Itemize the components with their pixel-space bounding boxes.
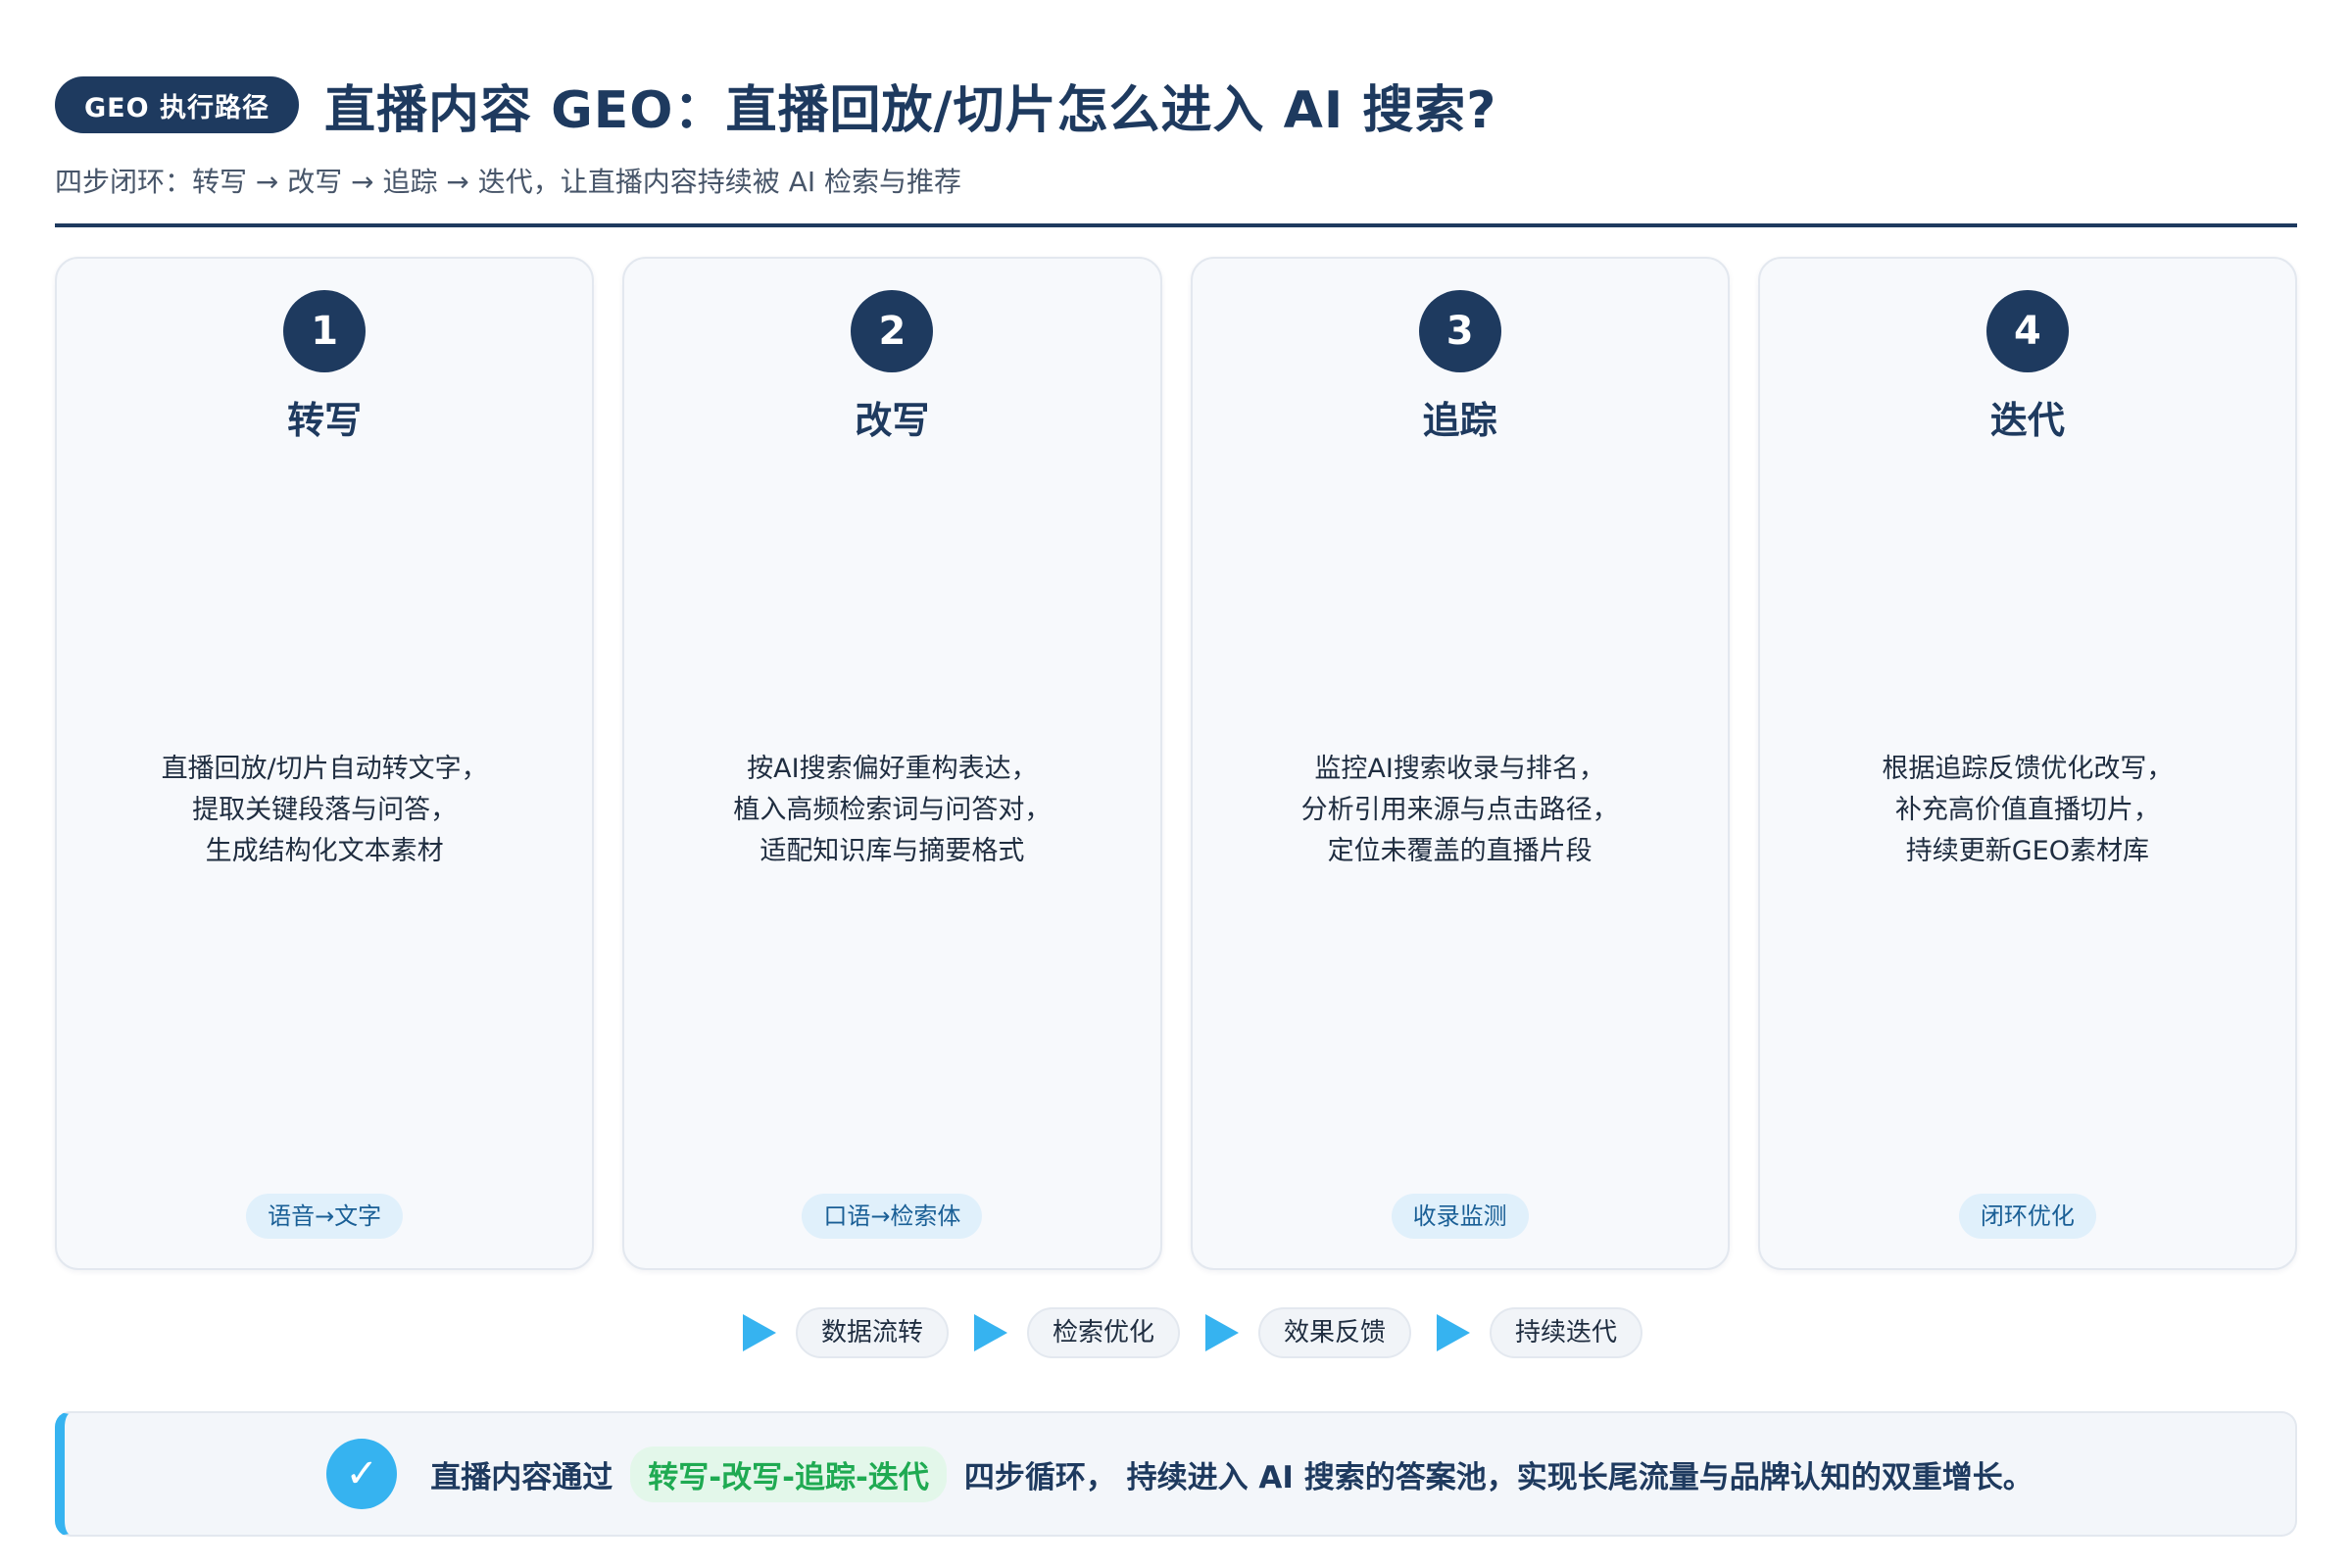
desc-line: 监控AI搜索收录与排名， — [1314, 754, 1605, 784]
checkmark-icon: ✓ — [326, 1439, 398, 1509]
step-title: 改写 — [855, 399, 930, 442]
step-description: 直播回放/切片自动转文字， 提取关键段落与问答， 生成结构化文本素材 — [86, 749, 563, 872]
summary-text: 直播内容通过 转写-改写-追踪-迭代 四步循环， 持续进入 AI 搜索的答案池，… — [430, 1446, 2034, 1502]
step-card-track: 3 追踪 监控AI搜索收录与排名， 分析引用来源与点击路径， 定位未覆盖的直播片… — [1190, 257, 1730, 1270]
step-description: 监控AI搜索收录与排名， 分析引用来源与点击路径， 定位未覆盖的直播片段 — [1222, 749, 1698, 872]
step-card-rewrite: 2 改写 按AI搜索偏好重构表达， 植入高频检索词与问答对， 适配知识库与摘要格… — [622, 257, 1162, 1270]
desc-line: 提取关键段落与问答， — [192, 795, 458, 825]
desc-line: 植入高频检索词与问答对， — [733, 795, 1052, 825]
play-arrow-icon — [1205, 1314, 1240, 1351]
desc-line: 按AI搜索偏好重构表达， — [747, 754, 1038, 784]
desc-line: 分析引用来源与点击路径， — [1300, 795, 1619, 825]
step-description: 根据追踪反馈优化改写， 补充高价值直播切片， 持续更新GEO素材库 — [1789, 749, 2266, 872]
step-number-badge: 4 — [1985, 290, 2069, 372]
desc-line: 直播回放/切片自动转文字， — [161, 754, 488, 784]
step-tag: 收录监测 — [1391, 1194, 1529, 1239]
flow-pill: 效果反馈 — [1258, 1307, 1412, 1358]
play-arrow-icon — [974, 1314, 1008, 1351]
desc-line: 根据追踪反馈优化改写， — [1882, 754, 2174, 784]
flow-pill: 数据流转 — [796, 1307, 950, 1358]
step-title: 追踪 — [1422, 399, 1497, 442]
desc-line: 适配知识库与摘要格式 — [760, 836, 1025, 866]
step-title: 迭代 — [1989, 399, 2065, 442]
play-arrow-icon — [743, 1314, 776, 1351]
step-tag: 口语→检索体 — [802, 1194, 983, 1239]
flow-pill: 持续迭代 — [1490, 1307, 1643, 1358]
title-row: GEO 执行路径 直播内容 GEO：直播回放/切片怎么进入 AI 搜索? — [55, 71, 2297, 140]
play-arrow-icon — [1437, 1314, 1471, 1351]
desc-line: 持续更新GEO素材库 — [1905, 836, 2149, 866]
step-card-iterate: 4 迭代 根据追踪反馈优化改写， 补充高价值直播切片， 持续更新GEO素材库 闭… — [1757, 257, 2297, 1270]
page-title: 直播内容 GEO：直播回放/切片怎么进入 AI 搜索? — [323, 80, 1497, 140]
page-subtitle: 四步闭环：转写 → 改写 → 追踪 → 迭代，让直播内容持续被 AI 检索与推荐 — [55, 166, 962, 198]
summary-highlight: 转写-改写-追踪-迭代 — [630, 1446, 947, 1502]
step-number-badge: 3 — [1418, 290, 1501, 372]
desc-line: 定位未覆盖的直播片段 — [1327, 836, 1592, 866]
step-description: 按AI搜索偏好重构表达， 植入高频检索词与问答对， 适配知识库与摘要格式 — [654, 749, 1130, 872]
steps-container: 1 转写 直播回放/切片自动转文字， 提取关键段落与问答， 生成结构化文本素材 … — [55, 257, 2297, 1270]
step-tag: 闭环优化 — [1958, 1194, 2096, 1239]
step-tag: 语音→文字 — [246, 1194, 404, 1239]
flow-pill: 检索优化 — [1027, 1307, 1181, 1358]
step-title: 转写 — [287, 399, 363, 442]
header: GEO 执行路径 直播内容 GEO：直播回放/切片怎么进入 AI 搜索? 四步闭… — [55, 71, 2297, 200]
desc-line: 补充高价值直播切片， — [1894, 795, 2160, 825]
summary-banner: ✓ 直播内容通过 转写-改写-追踪-迭代 四步循环， 持续进入 AI 搜索的答案… — [55, 1411, 2297, 1537]
step-number-badge: 2 — [851, 290, 934, 372]
step-card-transcribe: 1 转写 直播回放/切片自动转文字， 提取关键段落与问答， 生成结构化文本素材 … — [55, 257, 595, 1270]
step-number-badge: 1 — [283, 290, 367, 372]
header-divider — [55, 223, 2297, 227]
summary-suffix: 四步循环， 持续进入 AI 搜索的答案池，实现长尾流量与品牌认知的双重增长。 — [963, 1459, 2034, 1495]
flow-strip: 数据流转 检索优化 效果反馈 持续迭代 — [739, 1307, 1664, 1358]
path-badge: GEO 执行路径 — [55, 76, 299, 133]
summary-prefix: 直播内容通过 — [430, 1459, 613, 1495]
desc-line: 生成结构化文本素材 — [205, 836, 444, 866]
